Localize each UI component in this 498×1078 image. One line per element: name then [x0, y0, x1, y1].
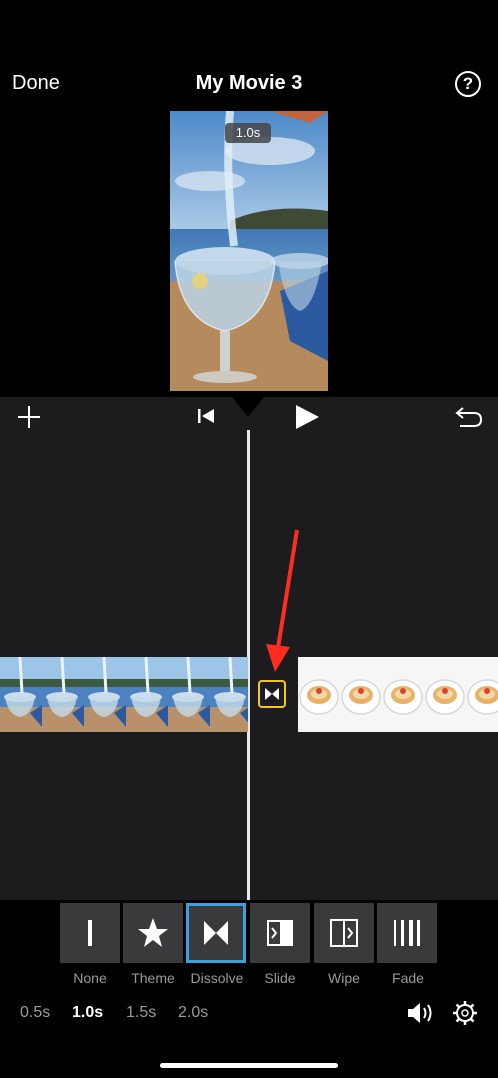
video-preview: [170, 111, 328, 391]
playhead-notch: [232, 397, 264, 417]
transition-wipe-button[interactable]: [314, 903, 374, 963]
transition-slide-button[interactable]: [250, 903, 310, 963]
transition-label-slide: Slide: [264, 970, 296, 986]
undo-button[interactable]: [454, 404, 484, 430]
none-icon: [88, 920, 92, 946]
duration-option-1-5s[interactable]: 1.5s: [126, 1004, 156, 1022]
gear-icon: [453, 1001, 477, 1025]
add-media-button[interactable]: [16, 404, 42, 430]
home-indicator: [160, 1063, 338, 1068]
plus-icon: [18, 406, 40, 428]
skip-back-icon: [198, 409, 214, 423]
transition-theme-button[interactable]: [123, 903, 183, 963]
duration-option-1-0s[interactable]: 1.0s: [72, 1004, 103, 1022]
transition-none-button[interactable]: [60, 903, 120, 963]
page-title: My Movie 3: [195, 72, 303, 94]
transition-fade-button[interactable]: [377, 903, 437, 963]
volume-button[interactable]: [405, 1000, 435, 1026]
red-arrow-icon: [266, 529, 299, 672]
play-button[interactable]: [292, 403, 322, 431]
clip-2-thumbnails: [298, 657, 498, 732]
transition-label-wipe: Wipe: [328, 970, 360, 986]
help-button[interactable]: ?: [455, 71, 481, 97]
star-icon: [138, 918, 168, 947]
clip-1-thumbnails: [0, 657, 248, 732]
fade-icon: [394, 920, 420, 946]
skip-to-start-button[interactable]: [196, 406, 216, 426]
undo-icon: [455, 407, 483, 427]
volume-icon: [408, 1003, 432, 1023]
duration-option-2-0s[interactable]: 2.0s: [178, 1004, 208, 1022]
transition-marker[interactable]: [258, 680, 286, 708]
settings-button[interactable]: [452, 1000, 478, 1026]
play-icon: [296, 405, 319, 429]
transition-label-dissolve: Dissolve: [190, 970, 244, 986]
transition-dissolve-button[interactable]: [186, 903, 246, 963]
video-clip-2[interactable]: [298, 657, 498, 732]
duration-badge: 1.0s: [225, 123, 271, 143]
video-clip-1[interactable]: [0, 657, 248, 732]
slide-icon: [267, 920, 293, 946]
preview-image: [170, 111, 328, 391]
dissolve-icon: [204, 921, 228, 945]
transition-label-fade: Fade: [392, 970, 424, 986]
dissolve-transition-icon: [265, 688, 279, 700]
wipe-icon: [330, 919, 358, 947]
transition-label-theme: Theme: [131, 970, 175, 986]
duration-option-0-5s[interactable]: 0.5s: [20, 1004, 50, 1022]
annotation-arrow: [262, 526, 302, 676]
transition-label-none: None: [73, 970, 107, 986]
